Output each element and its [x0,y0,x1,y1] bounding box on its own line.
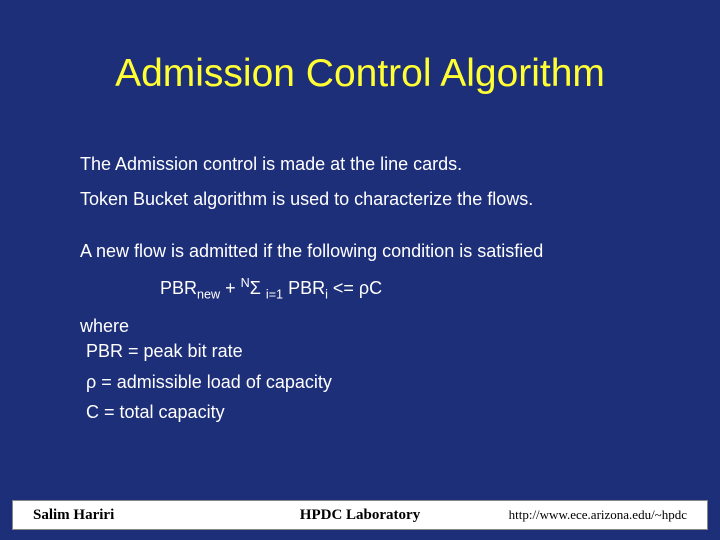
formula-le: <= ρC [328,278,382,298]
def-rho: ρ = admissible load of capacity [86,372,640,393]
def-c: C = total capacity [86,402,640,423]
formula-plus: + [220,278,241,298]
formula-sigma: Σ [250,278,266,298]
slide: Admission Control Algorithm The Admissio… [0,0,720,540]
body-line-1: The Admission control is made at the lin… [80,154,640,175]
footer-lab: HPDC Laboratory [251,507,469,524]
slide-footer: Salim Hariri HPDC Laboratory http://www.… [12,500,708,530]
slide-body: The Admission control is made at the lin… [80,154,640,433]
spacer [80,223,640,241]
definitions: PBR = peak bit rate ρ = admissible load … [80,341,640,423]
where-label: where [80,316,640,337]
formula-pbr1: PBR [160,278,197,298]
admission-formula: PBRnew + NΣ i=1 PBRi <= ρC [160,276,640,302]
footer-author: Salim Hariri [33,507,251,524]
body-line-2: Token Bucket algorithm is used to charac… [80,189,640,210]
formula-sub-i1: i=1 [266,288,283,302]
slide-title: Admission Control Algorithm [0,52,720,96]
formula-pbr2: PBR [288,278,325,298]
formula-sub-new: new [197,288,220,302]
footer-url: http://www.ece.arizona.edu/~hpdc [469,507,687,523]
formula-sup-n: N [241,276,250,290]
body-line-3: A new flow is admitted if the following … [80,241,640,262]
def-pbr: PBR = peak bit rate [86,341,640,362]
